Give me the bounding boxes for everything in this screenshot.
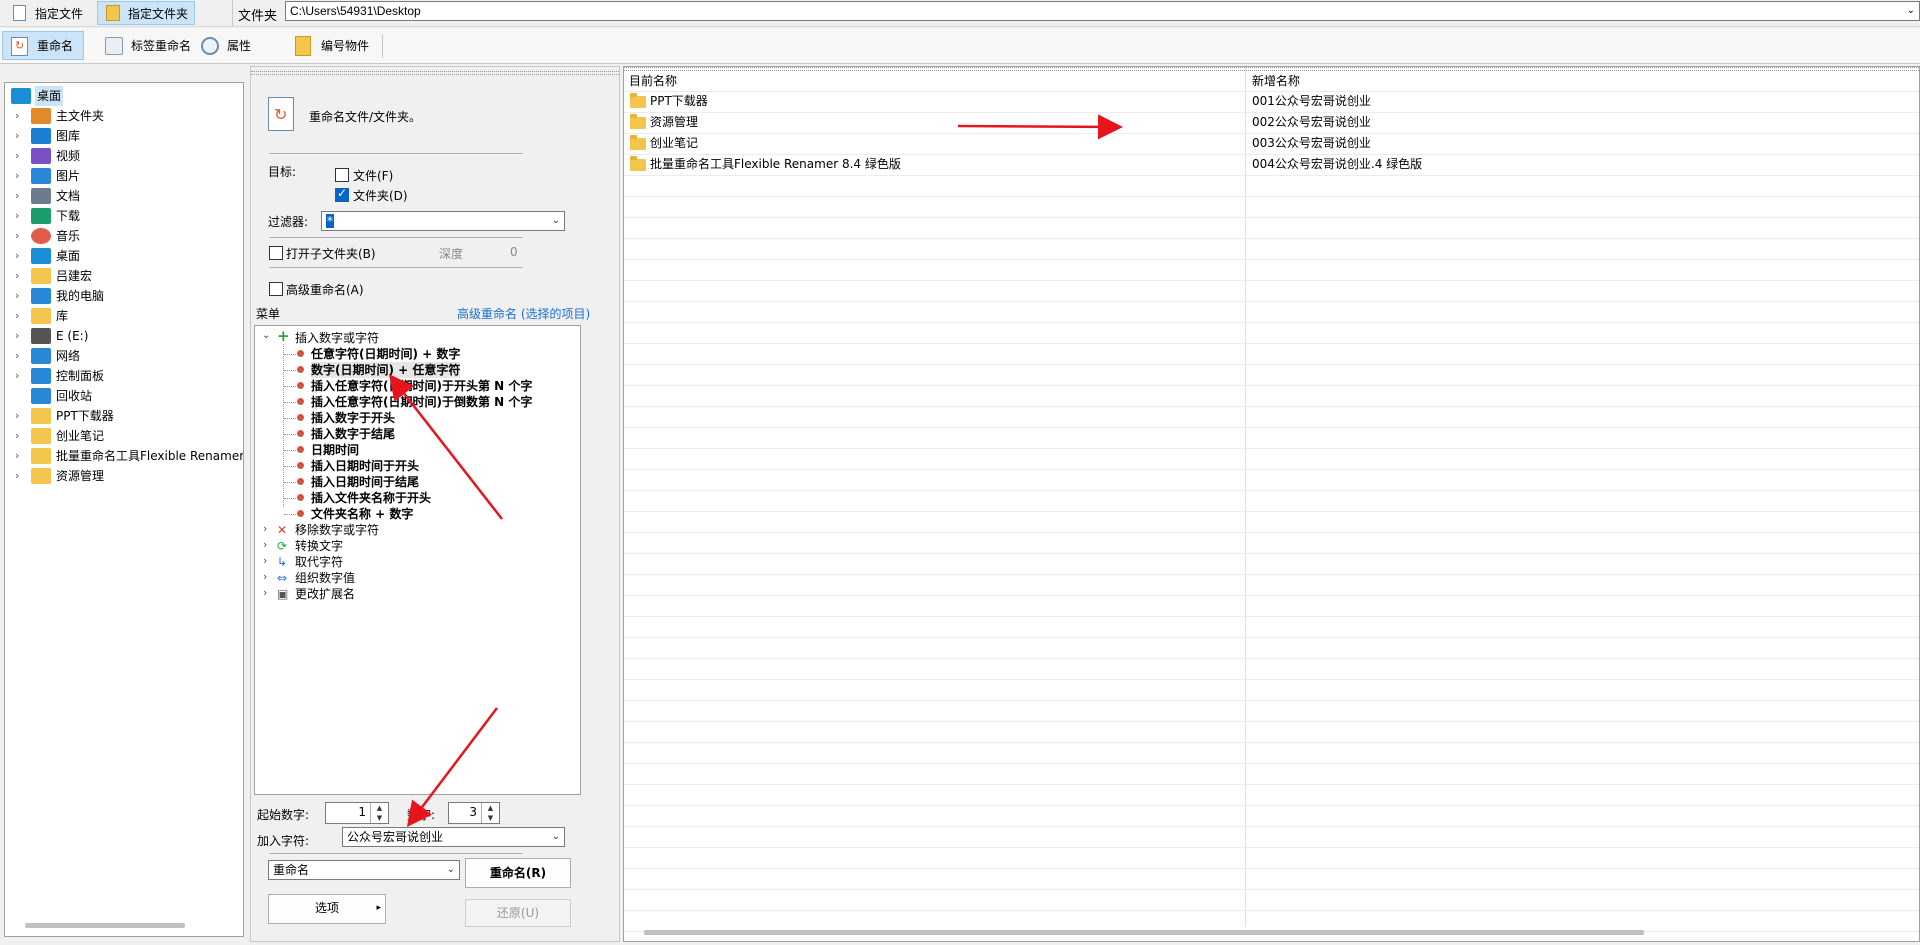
annotation-arrows: [388, 114, 1123, 827]
annotation-arrow: [957, 114, 1123, 140]
annotation-arrow: [388, 374, 503, 520]
annotation-arrow: [406, 707, 498, 827]
